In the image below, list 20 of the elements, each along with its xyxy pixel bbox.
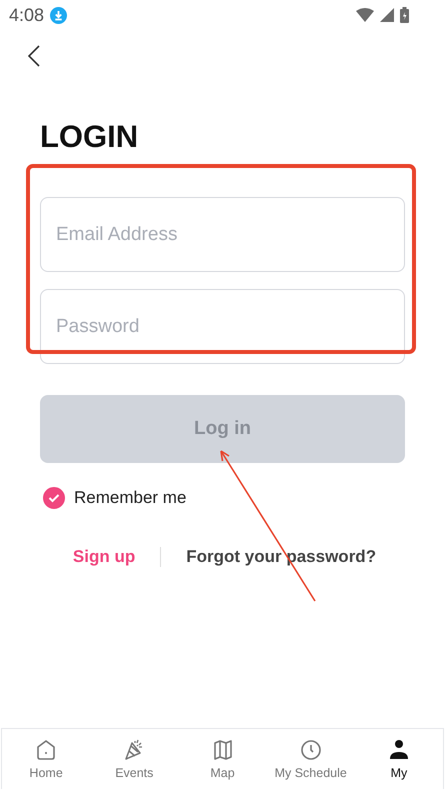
sign-up-link[interactable]: Sign up xyxy=(72,547,136,567)
nav-tab[interactable]: Map xyxy=(178,729,267,789)
forgot-password-link[interactable]: Forgot your password? xyxy=(186,547,376,567)
battery-icon xyxy=(400,7,409,23)
nav-tab[interactable]: Events xyxy=(90,729,178,789)
remember-label: Remember me xyxy=(74,488,186,508)
page-title: LOGIN xyxy=(40,118,140,156)
wifi-icon xyxy=(356,8,374,22)
clock-icon xyxy=(298,738,323,762)
download-icon xyxy=(50,6,68,24)
password-field[interactable]: Password xyxy=(40,289,405,364)
nav-tab[interactable]: My Schedule xyxy=(266,729,355,789)
nav-tab[interactable]: My xyxy=(354,729,444,789)
email-field[interactable]: Email Address xyxy=(40,197,405,272)
check-icon xyxy=(48,493,60,503)
back-icon[interactable] xyxy=(28,45,40,67)
signal-icon xyxy=(380,8,394,22)
status-time: 4:08 xyxy=(9,4,44,26)
nav-tab[interactable]: Home xyxy=(2,729,90,789)
checkbox[interactable] xyxy=(43,487,65,509)
